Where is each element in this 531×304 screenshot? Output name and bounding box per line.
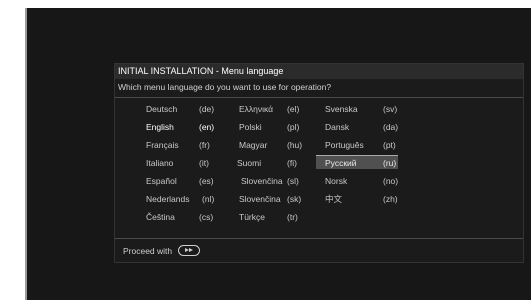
- language-option-nl[interactable]: Nederlands (nl): [146, 192, 214, 206]
- language-code: (hu): [287, 140, 303, 150]
- language-option-ru[interactable]: Русский (ru): [316, 155, 398, 169]
- ok-button-icon: [177, 245, 200, 257]
- language-name: Slovenčina: [239, 194, 281, 204]
- footer-hint: Proceed with: [123, 245, 200, 257]
- language-option-sv[interactable]: Svenska (sv): [325, 102, 397, 116]
- language-name: Türkçe: [239, 212, 265, 222]
- language-option-fi[interactable]: Suomi (fi): [237, 156, 297, 170]
- language-option-hu[interactable]: Magyar (hu): [239, 138, 302, 152]
- language-name: Français: [146, 140, 179, 150]
- language-option-pt[interactable]: Português (pt): [325, 138, 396, 152]
- menu-language-dialog: INITIAL INSTALLATION - Menu language Whi…: [114, 63, 524, 263]
- language-code: (tr): [287, 212, 298, 222]
- language-code: (cs): [199, 212, 214, 222]
- language-name: Svenska: [325, 104, 358, 114]
- language-code: (el): [287, 104, 300, 114]
- divider: [115, 238, 523, 239]
- language-name: Magyar: [239, 140, 268, 150]
- language-code: (zh): [383, 194, 398, 204]
- language-option-zh[interactable]: 中文 (zh): [325, 192, 398, 206]
- language-code: (de): [199, 104, 215, 114]
- language-code: (fr): [199, 140, 210, 150]
- language-name: Dansk: [325, 122, 350, 132]
- language-option-en[interactable]: English (en): [146, 120, 214, 134]
- language-name: Español: [146, 176, 177, 186]
- language-option-cs[interactable]: Čeština (cs): [146, 210, 213, 224]
- language-name: Русский: [325, 158, 357, 168]
- dialog-question: Which menu language do you want to use f…: [118, 82, 332, 92]
- language-code: (no): [383, 176, 399, 186]
- language-code: (sv): [383, 104, 398, 114]
- language-option-da[interactable]: Dansk (da): [325, 120, 398, 134]
- language-option-de[interactable]: Deutsch (de): [146, 102, 214, 116]
- language-name: English: [146, 122, 174, 132]
- language-code: (ru): [383, 158, 397, 168]
- dialog-title: INITIAL INSTALLATION - Menu language: [115, 64, 523, 79]
- language-option-it[interactable]: Italiano (it): [146, 156, 209, 170]
- language-name: Italiano: [146, 158, 174, 168]
- language-name: Deutsch: [146, 104, 178, 114]
- language-code: (it): [199, 158, 209, 168]
- language-code: (es): [199, 176, 214, 186]
- divider: [115, 97, 523, 98]
- language-code: (fi): [287, 158, 297, 168]
- language-name: Português: [325, 140, 364, 150]
- language-code: (sk): [287, 194, 302, 204]
- language-code: (en): [199, 122, 215, 132]
- language-code: (da): [383, 122, 399, 132]
- language-option-tr[interactable]: Türkçe (tr): [239, 210, 298, 224]
- footer-label: Proceed with: [123, 246, 173, 256]
- language-name: Norsk: [325, 176, 348, 186]
- tv-screen: INITIAL INSTALLATION - Menu language Whi…: [25, 8, 531, 300]
- language-option-sl[interactable]: Slovenčina (sl): [241, 174, 299, 188]
- language-name: Slovenčina: [241, 176, 283, 186]
- language-option-fr[interactable]: Français (fr): [146, 138, 210, 152]
- language-option-el[interactable]: Ελληνικά (el): [239, 102, 299, 116]
- language-code: (nl): [202, 194, 215, 204]
- language-name: Čeština: [146, 212, 175, 222]
- language-name: Nederlands: [146, 194, 190, 204]
- language-option-sk[interactable]: Slovenčina (sk): [239, 192, 301, 206]
- language-name: 中文: [325, 194, 343, 204]
- language-option-pl[interactable]: Polski (pl): [239, 120, 299, 134]
- language-code: (sl): [287, 176, 299, 186]
- language-name: Ελληνικά: [239, 104, 274, 114]
- language-option-es[interactable]: Español (es): [146, 174, 214, 188]
- language-code: (pl): [287, 122, 300, 132]
- language-option-no[interactable]: Norsk (no): [325, 174, 398, 188]
- language-name: Polski: [239, 122, 262, 132]
- language-name: Suomi: [237, 158, 262, 168]
- language-code: (pt): [383, 140, 396, 150]
